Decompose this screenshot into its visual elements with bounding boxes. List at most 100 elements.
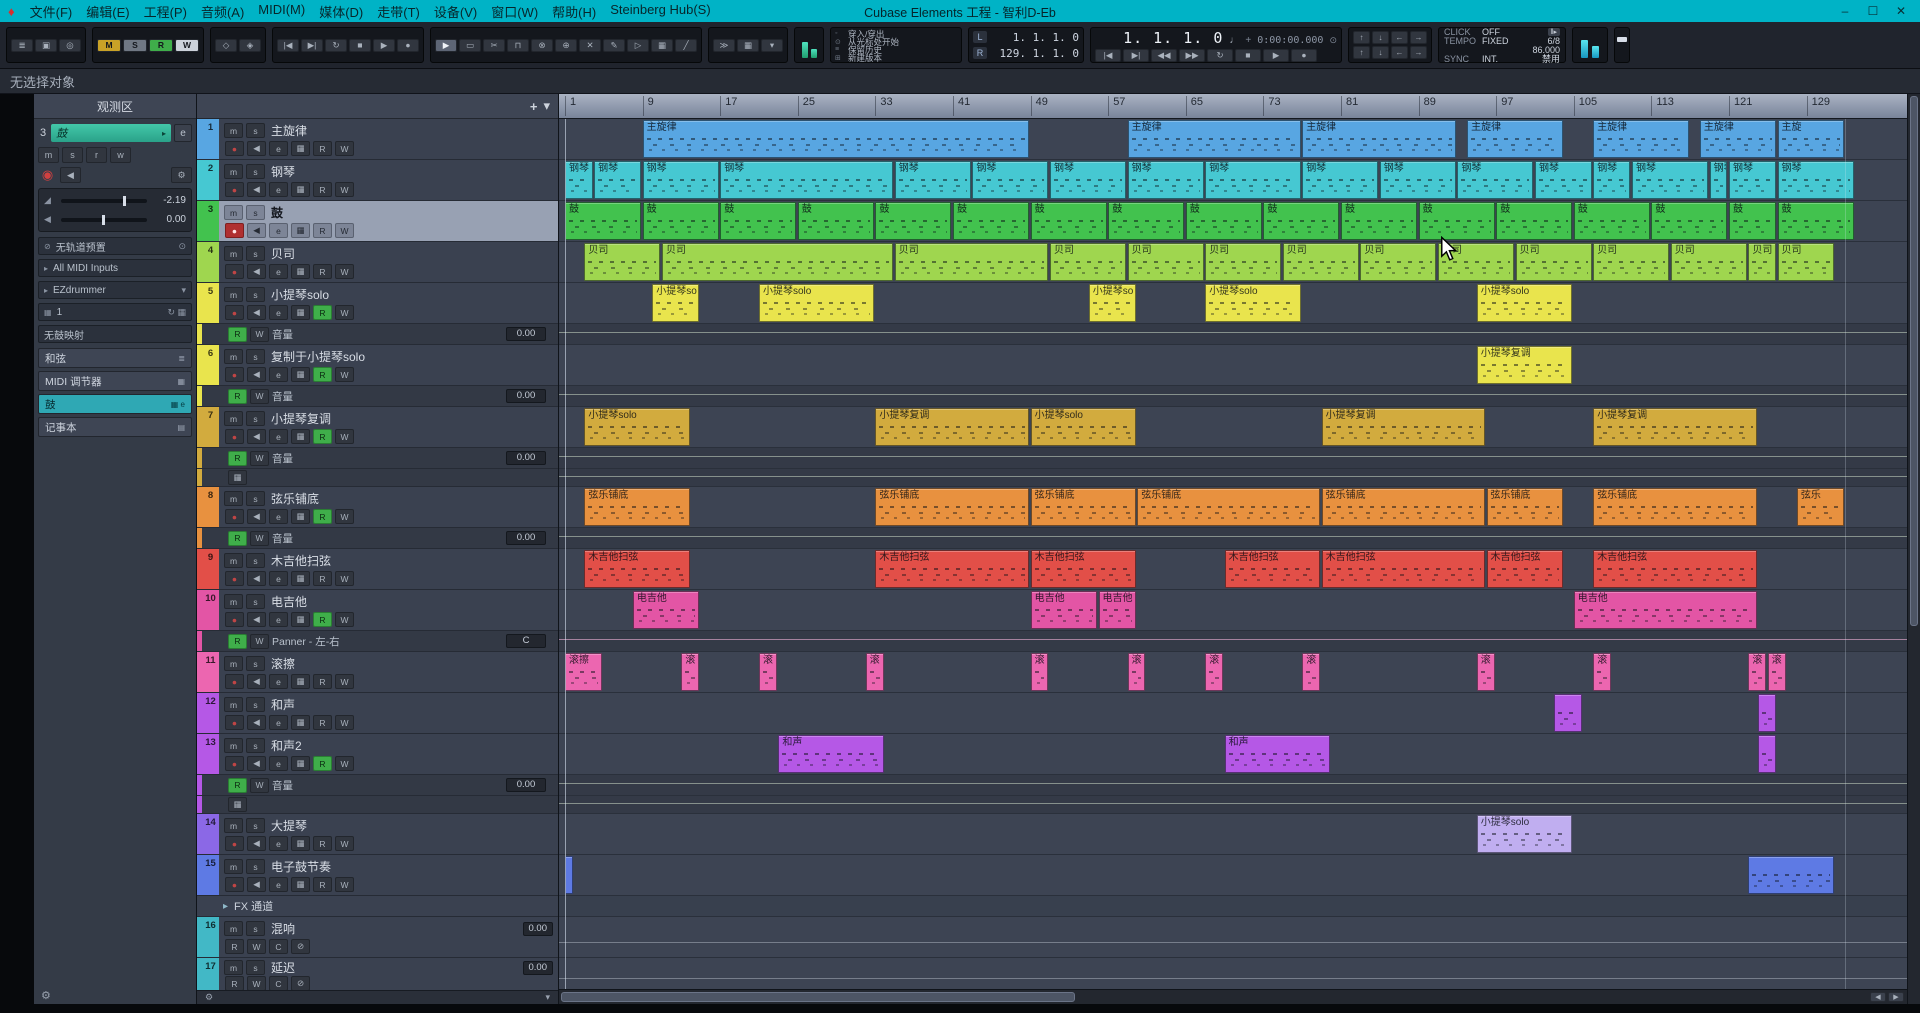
monitor-button[interactable]: ◀ bbox=[247, 571, 266, 586]
midi-clip-贝司[interactable]: 贝司 bbox=[1205, 243, 1282, 281]
arrange-lane-木吉他扫弦[interactable]: 木吉他扫弦 木吉他扫弦 木吉他扫弦 木吉他扫弦 木吉他扫弦 木吉他扫弦 木吉他扫弦 bbox=[559, 549, 1907, 590]
arrange-lane-大提琴[interactable]: 小提琴solo bbox=[559, 814, 1907, 855]
vertical-scrollbar[interactable] bbox=[1907, 94, 1920, 1004]
midi-clip-钢琴[interactable]: 钢琴 bbox=[1302, 161, 1379, 199]
read-automation-button[interactable]: R bbox=[228, 777, 247, 793]
instrument-button[interactable]: ▦ bbox=[291, 182, 310, 197]
write-automation-button[interactable]: W bbox=[335, 141, 354, 156]
midi-clip-钢琴[interactable]: 钢琴 bbox=[594, 161, 642, 199]
monitor-button[interactable]: ◀ bbox=[247, 674, 266, 689]
tool-button-8[interactable]: ▷ bbox=[627, 38, 649, 52]
inspector-section-MIDI 调节器[interactable]: MIDI 调节器 ▦ bbox=[38, 371, 192, 391]
menu-音频(A)[interactable]: 音频(A) bbox=[194, 2, 251, 21]
edit-channel-button[interactable]: e bbox=[269, 836, 288, 851]
edit-channel-button[interactable]: e bbox=[269, 571, 288, 586]
midi-clip-钢琴[interactable]: 钢琴 bbox=[565, 161, 593, 199]
midi-clip-弦乐铺底[interactable]: 弦乐铺底 bbox=[875, 488, 1030, 526]
solo-button[interactable]: s bbox=[246, 164, 265, 179]
track-row-主旋律[interactable]: 1 m s 主旋律 ● ◀ e ▦ R W bbox=[197, 119, 558, 160]
midi-clip-鼓[interactable]: 鼓 bbox=[565, 202, 642, 240]
record-arm-button[interactable]: ● bbox=[225, 756, 244, 771]
monitor-button[interactable]: ◀ bbox=[247, 305, 266, 320]
midi-clip-鼓[interactable]: 鼓 bbox=[1030, 202, 1107, 240]
midi-clip-贝司[interactable]: 贝司 bbox=[1748, 243, 1776, 281]
lane-options-button[interactable]: ▦ bbox=[228, 797, 247, 812]
menu-帮助(H)[interactable]: 帮助(H) bbox=[545, 2, 603, 21]
menu-编辑(E)[interactable]: 编辑(E) bbox=[79, 2, 136, 21]
arrange-lane-和声2[interactable]: 和声 和声 bbox=[559, 734, 1907, 775]
record-arm-button[interactable]: ● bbox=[225, 429, 244, 444]
midi-clip-电吉他[interactable]: 电吉他 bbox=[632, 591, 700, 629]
solo-button[interactable]: s bbox=[246, 738, 265, 753]
jog-button-0-3[interactable]: → bbox=[1410, 31, 1427, 44]
record-arm-button[interactable]: ● bbox=[225, 367, 244, 382]
edit-channel-button[interactable]: e bbox=[269, 674, 288, 689]
record-mode-3[interactable]: ⊞ 新建版本 bbox=[835, 53, 957, 63]
midi-clip-弦乐铺底[interactable]: 弦乐铺底 bbox=[1030, 488, 1136, 526]
mute-button[interactable]: m bbox=[224, 859, 243, 874]
mini-transport-button-5[interactable]: ● bbox=[397, 38, 419, 52]
lane-options-button[interactable]: ▦ bbox=[228, 470, 247, 485]
midi-clip-弦乐铺底[interactable]: 弦乐铺底 bbox=[1137, 488, 1321, 526]
tool-button-2[interactable]: ✂ bbox=[483, 38, 505, 52]
midi-clip[interactable] bbox=[1554, 694, 1582, 732]
midi-clip-钢琴[interactable]: 钢琴 bbox=[1777, 161, 1854, 199]
midi-clip-鼓[interactable]: 鼓 bbox=[720, 202, 797, 240]
horizontal-scrollbar-thumb[interactable] bbox=[561, 992, 1076, 1002]
settings-gear-icon[interactable]: ⚙ bbox=[41, 989, 51, 1002]
midi-clip-钢琴[interactable]: 钢琴 bbox=[972, 161, 1049, 199]
read-automation-button[interactable]: R bbox=[313, 141, 332, 156]
arrange-lane-混响[interactable] bbox=[559, 917, 1907, 958]
write-automation-button[interactable]: W bbox=[250, 777, 269, 793]
track-row-延迟[interactable]: 17 m s 延迟 0.00 R W C ⊘ bbox=[197, 958, 558, 990]
track-row-和声2[interactable]: 13 m s 和声2 ● ◀ e ▦ R W bbox=[197, 734, 558, 775]
track-row-lane2[interactable]: ▦ bbox=[197, 796, 558, 814]
midi-clip-电吉他[interactable]: 电吉他 bbox=[1573, 591, 1757, 629]
instrument-button[interactable]: ▦ bbox=[291, 715, 310, 730]
write-automation-button[interactable]: W bbox=[335, 836, 354, 851]
transport-button-5[interactable]: ■ bbox=[1235, 48, 1261, 62]
mute-button[interactable]: m bbox=[224, 491, 243, 506]
write-automation-button[interactable]: W bbox=[335, 877, 354, 892]
midi-clip-和声[interactable]: 和声 bbox=[1224, 735, 1330, 773]
snap-button-0[interactable]: ≫ bbox=[713, 38, 735, 52]
tool-button-10[interactable]: ╱ bbox=[675, 38, 697, 52]
gear-icon[interactable]: ⚙ bbox=[171, 167, 192, 183]
midi-clip-滚[interactable]: 滚 bbox=[1030, 653, 1049, 691]
read-automation-button[interactable]: R bbox=[313, 509, 332, 524]
solo-button[interactable]: s bbox=[246, 553, 265, 568]
transport-button-7[interactable]: ● bbox=[1291, 48, 1317, 62]
read-automation-button[interactable]: R bbox=[228, 633, 247, 649]
midi-clip-木吉他扫弦[interactable]: 木吉他扫弦 bbox=[1593, 550, 1757, 588]
click-row[interactable]: CLICK OFF ‖▸ bbox=[1444, 27, 1560, 37]
midi-clip[interactable] bbox=[1758, 694, 1776, 732]
arrange-lane-lane2[interactable] bbox=[559, 796, 1907, 814]
track-row-音量[interactable]: R W 音量 0.00 bbox=[197, 324, 558, 345]
monitor-button[interactable]: ◀ bbox=[247, 715, 266, 730]
track-row-贝司[interactable]: 4 m s 贝司 ● ◀ e ▦ R W bbox=[197, 242, 558, 283]
transport-button-1[interactable]: ▶| bbox=[1123, 48, 1149, 62]
track-row-音量[interactable]: R W 音量 0.00 bbox=[197, 386, 558, 407]
midi-clip-钢琴[interactable]: 钢琴 bbox=[1729, 161, 1776, 199]
midi-clip-主旋律[interactable]: 主旋律 bbox=[642, 120, 1030, 158]
monitor-button[interactable]: ◀ bbox=[247, 877, 266, 892]
mute-button[interactable]: m bbox=[224, 287, 243, 302]
track-row-FX 通道[interactable]: ▸ FX 通道 bbox=[197, 896, 558, 917]
fx-button-2[interactable]: C bbox=[269, 976, 288, 990]
midi-clip-鼓[interactable]: 鼓 bbox=[1108, 202, 1185, 240]
midi-clip-滚[interactable]: 滚 bbox=[1476, 653, 1495, 691]
midi-clip-钢琴[interactable]: 钢琴 bbox=[1457, 161, 1534, 199]
mute-button[interactable]: m bbox=[224, 818, 243, 833]
midi-clip-贝司[interactable]: 贝司 bbox=[894, 243, 1049, 281]
transport-button-4[interactable]: ↻ bbox=[1207, 48, 1233, 62]
track-row-复制于小提琴solo[interactable]: 6 m s 复制于小提琴solo ● ◀ e ▦ R W bbox=[197, 345, 558, 386]
track-row-小提琴solo[interactable]: 5 m s 小提琴solo ● ◀ e ▦ R W bbox=[197, 283, 558, 324]
fx-button-3[interactable]: ⊘ bbox=[291, 976, 310, 990]
mini-transport-button-3[interactable]: ■ bbox=[349, 38, 371, 52]
read-automation-button[interactable]: R bbox=[313, 877, 332, 892]
global-m-button[interactable]: M bbox=[97, 38, 121, 52]
solo-button[interactable]: s bbox=[246, 349, 265, 364]
midi-clip-贝司[interactable]: 贝司 bbox=[1515, 243, 1592, 281]
monitor-button[interactable]: ◀ bbox=[247, 141, 266, 156]
midi-clip-钢琴[interactable]: 钢琴 bbox=[1127, 161, 1204, 199]
